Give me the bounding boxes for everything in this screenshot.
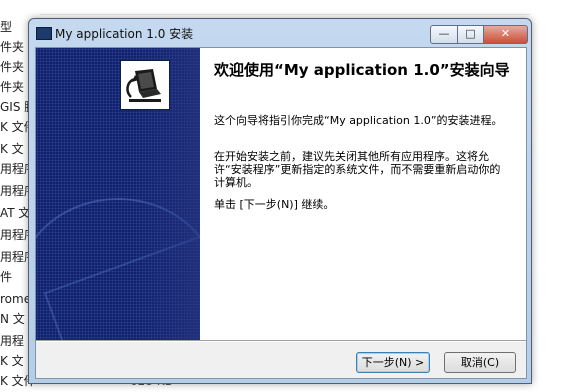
wizard-advice-text: 在开始安装之前，建议先关闭其他所有应用程序。这将允许“安装程序”更新指定的系统文… — [214, 150, 501, 189]
cancel-button[interactable]: 取消(C) — [444, 352, 516, 373]
list-item[interactable]: 件夹 — [0, 78, 24, 96]
maximize-button[interactable]: □ — [457, 25, 484, 44]
list-item[interactable]: rome — [0, 290, 31, 308]
window-title: My application 1.0 安装 — [55, 27, 194, 41]
minimize-button[interactable]: — — [430, 25, 458, 44]
installer-logo-icon — [120, 60, 170, 110]
list-item[interactable]: K 文 — [0, 140, 24, 158]
wizard-footer: 下一步(N) > 取消(C) — [36, 342, 526, 378]
list-item[interactable]: 件 — [0, 268, 12, 286]
close-button[interactable]: ✕ — [483, 25, 528, 44]
installer-app-icon[interactable] — [36, 27, 52, 40]
list-item[interactable]: 型 — [0, 18, 12, 36]
title-bar[interactable]: My application 1.0 安装 — □ ✕ — [29, 19, 531, 47]
list-item[interactable]: 用程 — [0, 332, 24, 350]
wizard-side-banner — [36, 48, 200, 340]
wizard-body: 欢迎使用“My application 1.0”安装向导 这个向导将指引你完成“… — [35, 47, 527, 379]
explorer-right-pane — [530, 0, 562, 392]
list-item[interactable]: AT 文 — [0, 204, 30, 222]
list-item[interactable]: N 文 — [0, 310, 25, 328]
banner-fade — [36, 48, 200, 340]
wizard-intro-text: 这个向导将指引你完成“My application 1.0”的安装进程。 — [214, 114, 503, 127]
list-item[interactable]: 件夹 — [0, 58, 24, 76]
installer-window: My application 1.0 安装 — □ ✕ 欢迎使用“My appl… — [28, 18, 532, 384]
list-item[interactable]: K 文 — [0, 352, 24, 370]
list-item[interactable]: 件夹 — [0, 38, 24, 56]
wizard-continue-text: 单击 [下一步(N)] 继续。 — [214, 198, 335, 211]
next-button[interactable]: 下一步(N) > — [356, 352, 430, 373]
wizard-content: 欢迎使用“My application 1.0”安装向导 这个向导将指引你完成“… — [200, 48, 526, 340]
wizard-heading: 欢迎使用“My application 1.0”安装向导 — [214, 61, 510, 79]
explorer-header-strip — [40, 0, 562, 15]
